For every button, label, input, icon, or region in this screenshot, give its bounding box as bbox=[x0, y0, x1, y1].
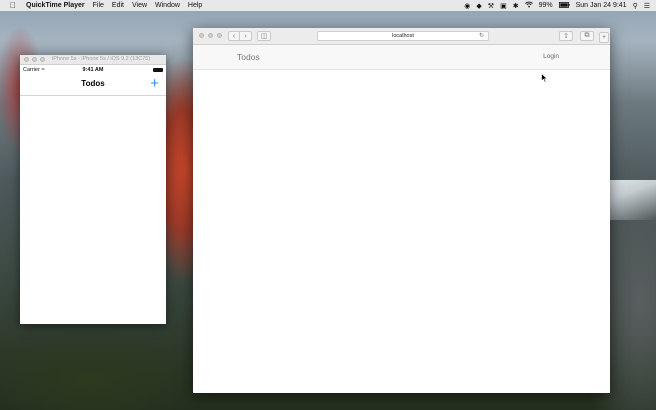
share-icon: ⇧ bbox=[563, 33, 569, 40]
record-stop-icon[interactable]: ◉ bbox=[464, 2, 470, 10]
sidebar-toggle-button[interactable]: ◫ bbox=[257, 31, 271, 41]
wifi-icon[interactable] bbox=[524, 1, 533, 10]
url-text: localhost bbox=[392, 33, 414, 39]
battery-icon[interactable] bbox=[558, 1, 570, 10]
ios-navigation-bar: Todos + bbox=[20, 75, 166, 96]
menu-bar:  QuickTime Player File Edit View Window… bbox=[0, 0, 656, 11]
lock-icon[interactable]: ▣ bbox=[500, 2, 507, 10]
zoom-button[interactable] bbox=[40, 57, 45, 62]
simulator-window: iPhone 5s - iPhone 5s / iOS 9.2 (13C75) … bbox=[20, 55, 166, 324]
dropbox-icon[interactable]: ◆ bbox=[476, 2, 481, 10]
menu-window[interactable]: Window bbox=[155, 2, 180, 9]
mouse-cursor-icon bbox=[541, 70, 549, 88]
chevron-left-icon: ‹ bbox=[232, 32, 236, 40]
forward-button[interactable]: › bbox=[240, 31, 252, 41]
back-button[interactable]: ‹ bbox=[228, 31, 240, 41]
nav-title: Todos bbox=[81, 79, 105, 88]
zoom-button[interactable] bbox=[217, 33, 222, 38]
simulator-titlebar[interactable]: iPhone 5s - iPhone 5s / iOS 9.2 (13C75) bbox=[20, 55, 166, 65]
login-link[interactable]: Login bbox=[543, 53, 559, 60]
ios-status-bar: Carrier ≈ 9:41 AM bbox=[20, 65, 166, 75]
navbar-brand[interactable]: Todos bbox=[237, 52, 260, 62]
safari-toolbar: ‹ › ◫ localhost ↻ ⇧ ⧉ + bbox=[193, 28, 610, 45]
new-tab-button[interactable]: + bbox=[599, 32, 609, 43]
ios-battery-icon bbox=[153, 68, 163, 72]
chevron-right-icon: › bbox=[244, 32, 247, 40]
add-todo-button[interactable]: + bbox=[150, 75, 159, 93]
page-navbar: Todos Login bbox=[193, 45, 610, 70]
menu-edit[interactable]: Edit bbox=[112, 2, 124, 9]
address-bar[interactable]: localhost ↻ bbox=[317, 31, 489, 41]
spotlight-search-icon[interactable]: ⚲ bbox=[633, 2, 638, 10]
sidebar-icon: ◫ bbox=[260, 33, 268, 40]
minimize-button[interactable] bbox=[208, 33, 213, 38]
minimize-button[interactable] bbox=[32, 57, 37, 62]
plus-icon: + bbox=[601, 34, 607, 41]
menu-view[interactable]: View bbox=[132, 2, 147, 9]
notification-center-icon[interactable]: ☰ bbox=[644, 2, 650, 10]
menu-file[interactable]: File bbox=[93, 2, 104, 9]
reload-icon[interactable]: ↻ bbox=[479, 32, 484, 40]
bluetooth-icon[interactable]: ✱ bbox=[513, 2, 519, 10]
menu-help[interactable]: Help bbox=[188, 2, 202, 9]
tool-icon[interactable]: ⚒ bbox=[488, 2, 494, 10]
status-time: 9:41 AM bbox=[82, 67, 104, 73]
battery-percent: 99% bbox=[538, 2, 553, 9]
menu-clock[interactable]: Sun Jan 24 9:41 bbox=[576, 2, 627, 9]
tabs-icon: ⧉ bbox=[584, 32, 590, 39]
simulator-window-title: iPhone 5s - iPhone 5s / iOS 9.2 (13C75) bbox=[52, 56, 151, 62]
share-button[interactable]: ⇧ bbox=[559, 31, 573, 41]
close-button[interactable] bbox=[24, 57, 29, 62]
show-tabs-button[interactable]: ⧉ bbox=[580, 31, 594, 41]
apple-menu-icon[interactable]:  bbox=[10, 1, 17, 10]
close-button[interactable] bbox=[199, 33, 204, 38]
menu-app-name[interactable]: QuickTime Player bbox=[26, 2, 85, 9]
